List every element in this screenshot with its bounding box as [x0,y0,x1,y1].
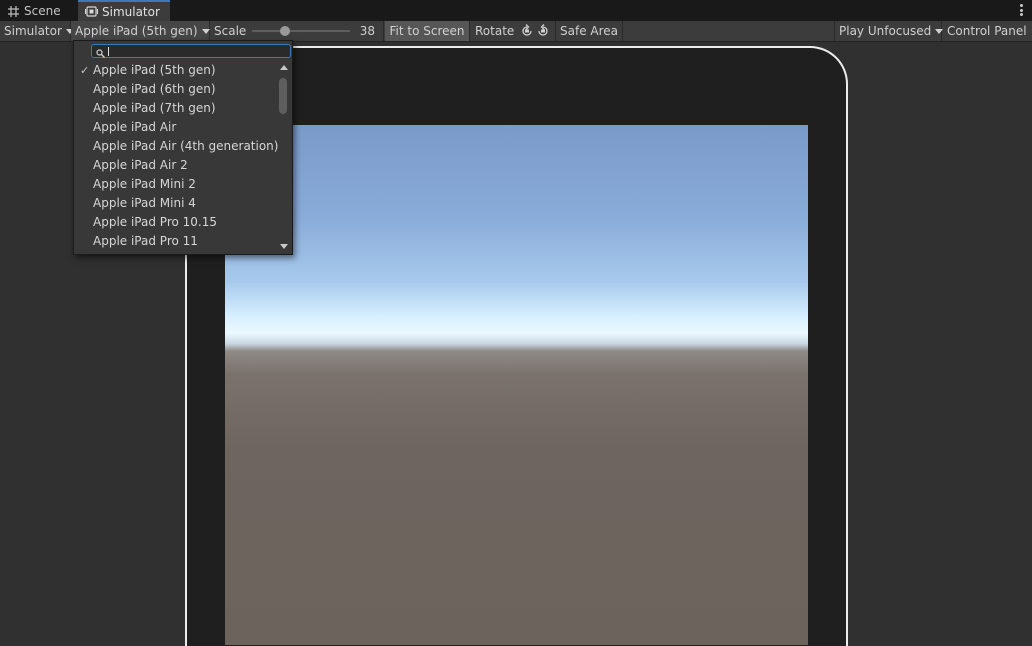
device-list-item[interactable]: Apple iPad Air 2 [74,156,278,175]
device-list-item[interactable]: Apple iPad Pro 11 [74,232,278,251]
device-list-item[interactable]: Apple iPad Mini 4 [74,194,278,213]
scale-slider-track[interactable] [252,30,350,32]
safe-area-toggle[interactable]: Safe Area [556,21,623,41]
control-panel-button[interactable]: Control Panel [943,21,1032,41]
more-options-icon[interactable] [1016,3,1026,17]
device-list-item[interactable]: Apple iPad (6th gen) [74,80,278,99]
tab-simulator-label: Simulator [102,4,160,19]
device-list-item-label: Apple iPad (7th gen) [93,101,216,115]
device-list-scrollbar[interactable] [276,61,292,254]
device-dropdown-menu: ✓ Apple iPad (5th gen) Apple iPad (6th gen… [73,40,293,255]
mode-dropdown[interactable]: Simulator [0,21,74,41]
device-search-input[interactable] [91,44,291,58]
device-list-item-label: Apple iPad Pro 10.15 [93,215,217,229]
control-panel-label: Control Panel [947,24,1027,38]
device-list-item[interactable]: Apple iPad (7th gen) [74,99,278,118]
simulator-toolbar: Simulator Apple iPad (5th gen) Scale 38 … [0,21,1032,42]
chevron-down-icon [201,28,210,34]
text-cursor [108,47,109,56]
device-list-item-label: Apple iPad Air [93,120,177,134]
safe-area-label: Safe Area [560,24,619,38]
scroll-down-icon[interactable] [280,244,288,249]
rotate-left-icon[interactable] [520,24,534,38]
device-list-item[interactable]: ✓ Apple iPad (5th gen) [74,61,278,80]
play-mode-dropdown[interactable]: Play Unfocused [834,21,944,41]
scroll-up-icon[interactable] [280,65,288,70]
rotate-right-icon[interactable] [536,24,550,38]
device-list-item[interactable]: Apple iPad Air (4th generation) [74,137,278,156]
device-list-item-label: Apple iPad Mini 2 [93,177,196,191]
device-list-item[interactable]: Apple iPad Mini 2 [74,175,278,194]
tab-simulator[interactable]: Simulator [78,0,170,21]
device-dropdown[interactable]: Apple iPad (5th gen) [71,21,210,41]
device-list-item-label: Apple iPad Air 2 [93,158,188,172]
rotate-label: Rotate [475,24,515,38]
tab-scene-label: Scene [24,4,61,18]
fit-to-screen-button[interactable]: Fit to Screen [385,21,470,41]
rotate-control: Rotate [471,21,556,41]
scrollbar-thumb[interactable] [279,78,287,114]
play-mode-label: Play Unfocused [839,24,932,38]
device-list-item[interactable]: Apple iPad Pro 10.15 [74,213,278,232]
tab-bar: Scene Simulator [0,0,1032,21]
fit-to-screen-label: Fit to Screen [389,24,465,38]
device-list-item-label: Apple iPad Pro 11 [93,234,198,248]
device-list-item-label: Apple iPad (5th gen) [93,63,216,77]
device-list-item-label: Apple iPad Mini 4 [93,196,196,210]
device-icon [85,5,98,18]
device-list: ✓ Apple iPad (5th gen) Apple iPad (6th gen… [74,61,278,251]
device-list-item[interactable]: Apple iPad Air [74,118,278,137]
scale-value: 38 [359,24,375,38]
tab-scene[interactable]: Scene [0,1,76,21]
device-list-item-label: Apple iPad (6th gen) [93,82,216,96]
search-icon [96,47,105,58]
scale-label: Scale [214,24,247,38]
device-dropdown-label: Apple iPad (5th gen) [75,24,198,38]
checkmark-icon: ✓ [80,64,90,77]
device-list-item-label: Apple iPad Air (4th generation) [93,139,279,153]
scale-control: Scale 38 [210,21,384,41]
grid-icon [7,5,20,18]
mode-dropdown-label: Simulator [4,24,62,38]
game-view-screen[interactable] [225,125,808,645]
scale-slider-handle[interactable] [280,26,290,36]
